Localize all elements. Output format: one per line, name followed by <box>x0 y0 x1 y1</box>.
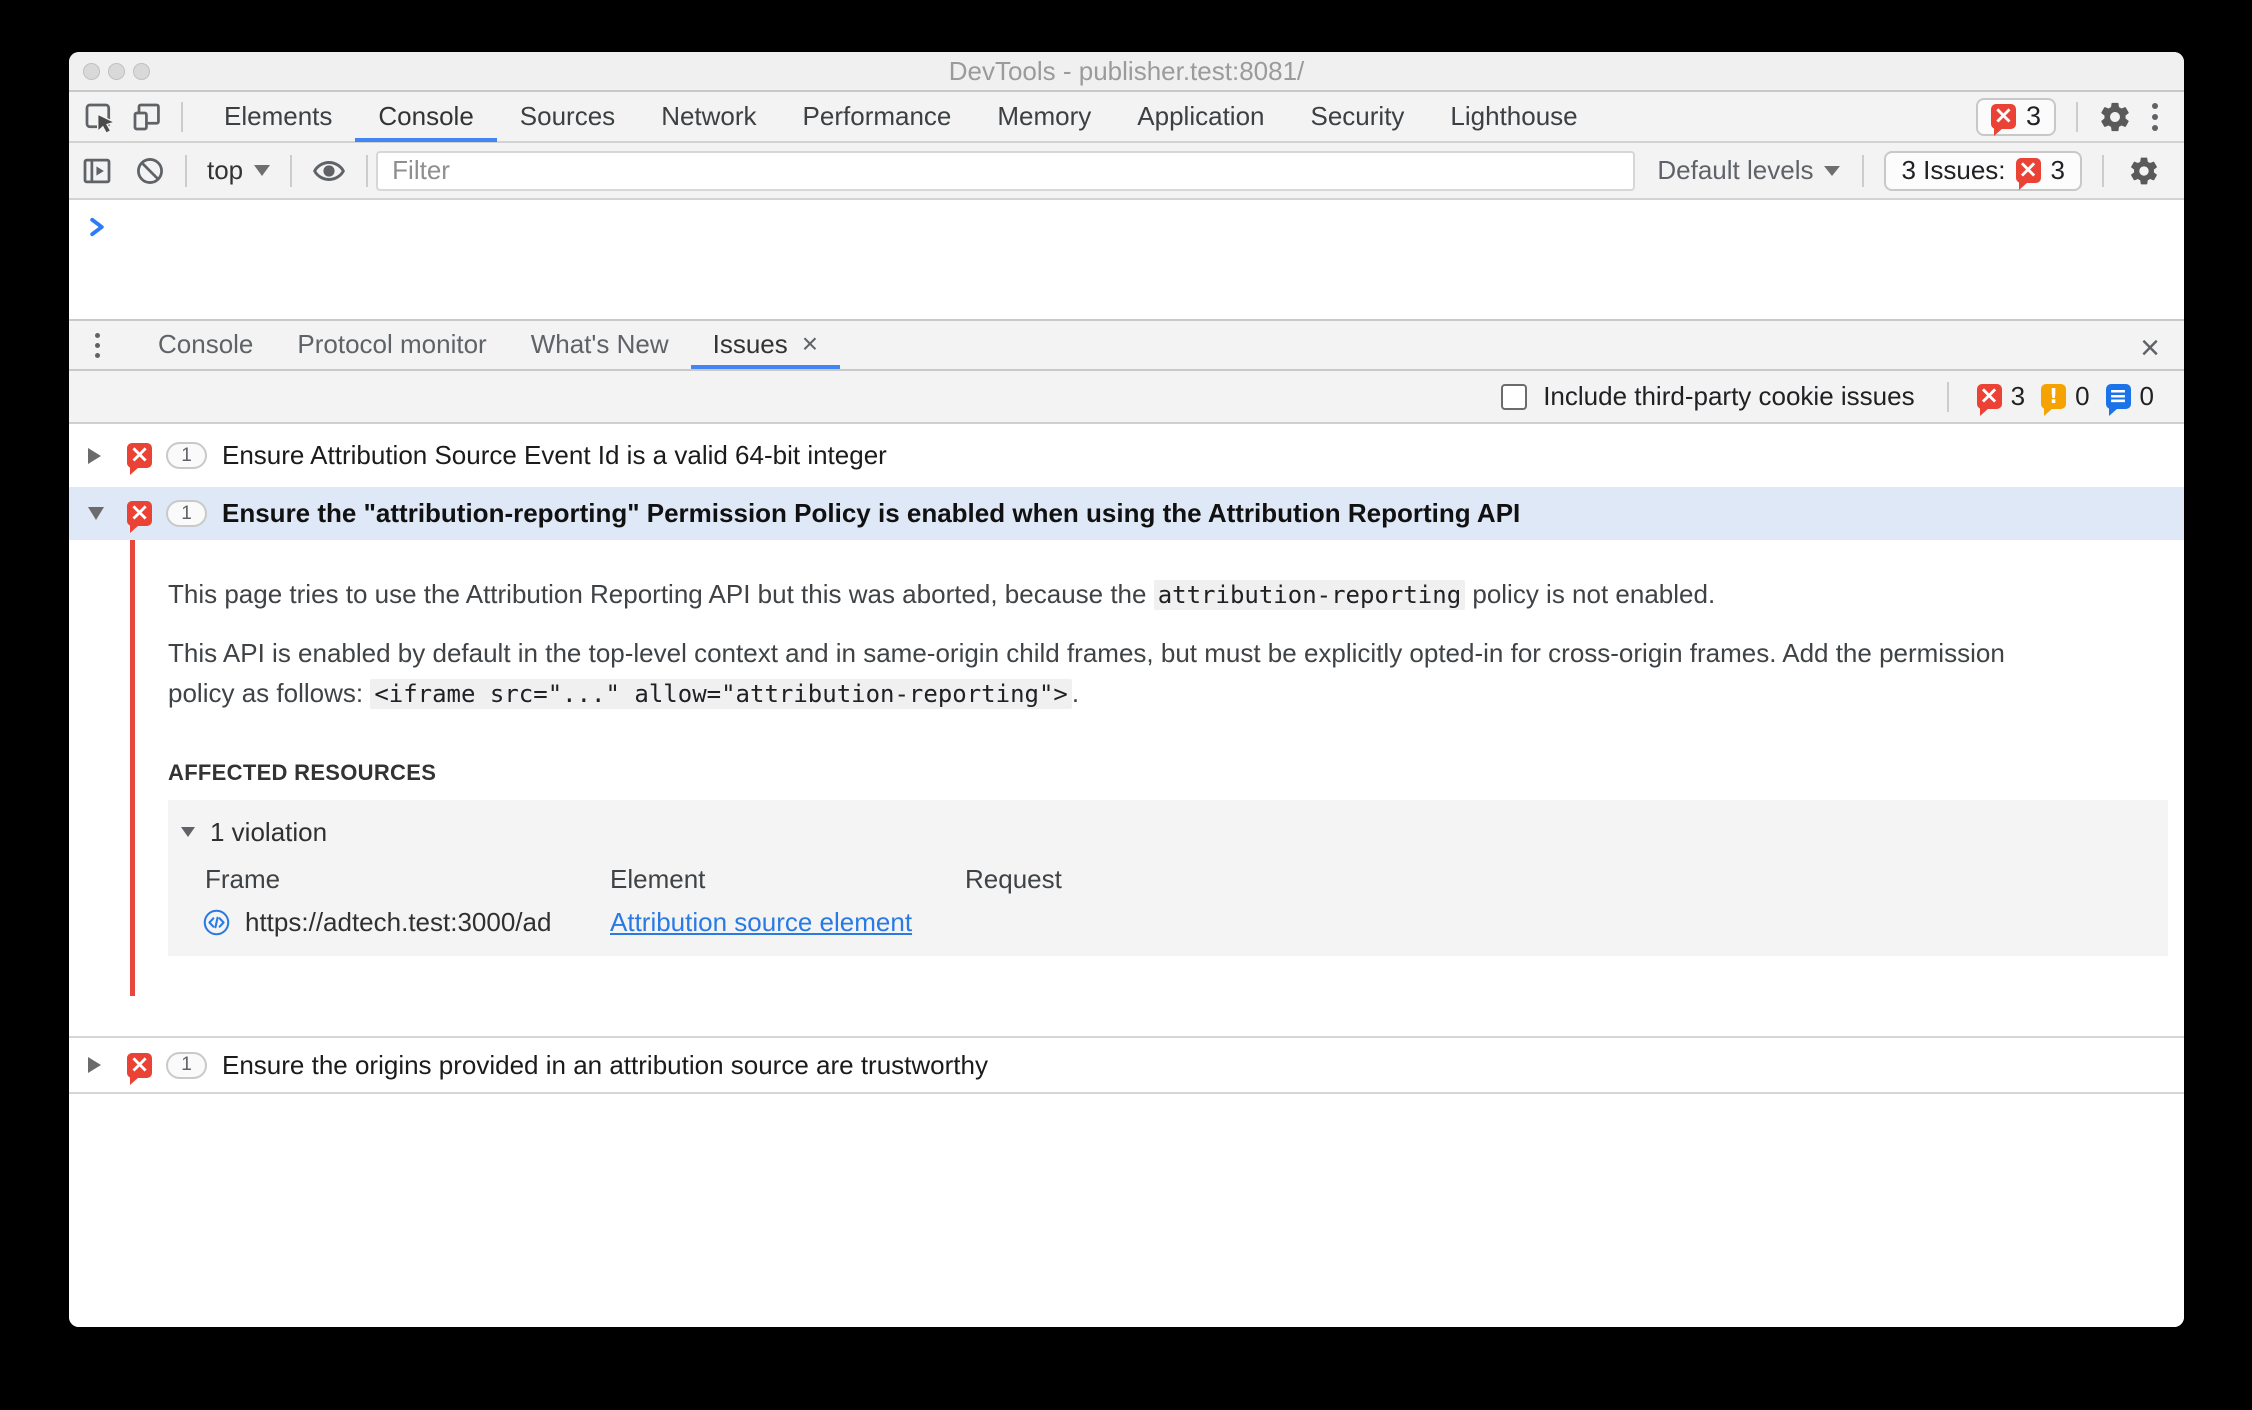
affected-resources-heading: AFFECTED RESOURCES <box>168 760 437 785</box>
issue-title: Ensure the "attribution-reporting" Permi… <box>222 498 1521 528</box>
clear-console-icon[interactable] <box>135 156 165 186</box>
error-icon <box>127 501 152 533</box>
divider <box>181 101 183 132</box>
tab-security[interactable]: Security <box>1288 91 1428 142</box>
issue-count-pill: 1 <box>166 1051 207 1079</box>
third-party-cookie-checkbox[interactable] <box>1501 383 1528 410</box>
expand-triangle-icon[interactable] <box>88 1057 101 1073</box>
resources-table-header: Frame Element Request <box>168 864 2168 895</box>
violation-toggle[interactable]: 1 violation <box>168 814 2168 850</box>
settings-gear-icon[interactable] <box>2098 100 2132 134</box>
tab-application[interactable]: Application <box>1114 91 1287 142</box>
column-header-element: Element <box>610 864 706 894</box>
drawer-tab-issues[interactable]: Issues × <box>690 321 841 369</box>
issue-row-permission-policy[interactable]: 1 Ensure the "attribution-reporting" Per… <box>69 487 2184 540</box>
frame-source-icon[interactable] <box>203 909 230 936</box>
console-settings-gear-icon[interactable] <box>2128 155 2160 187</box>
tab-lighthouse[interactable]: Lighthouse <box>1427 91 1600 142</box>
issue-resolution-paragraph: This API is enabled by default in the to… <box>168 638 2005 709</box>
divider <box>185 154 187 187</box>
chevron-down-icon <box>254 165 271 176</box>
code-snippet: attribution-reporting <box>1153 580 1466 610</box>
device-toolbar-icon[interactable] <box>131 101 163 133</box>
drawer-menu-icon[interactable] <box>95 332 100 358</box>
inspect-element-icon[interactable] <box>83 101 115 133</box>
resource-table-row: https://adtech.test:3000/ad Attribution … <box>168 907 2168 938</box>
third-party-cookie-label: Include third-party cookie issues <box>1543 381 1915 411</box>
issues-list: 1 Ensure Attribution Source Event Id is … <box>69 424 2184 1327</box>
affected-resources-panel: 1 violation Frame Element Request https: <box>168 800 2168 956</box>
close-tab-icon[interactable]: × <box>802 330 818 358</box>
expand-triangle-icon[interactable] <box>88 447 101 464</box>
error-count: 3 <box>2025 101 2041 131</box>
drawer-tabbar: Console Protocol monitor What's New Issu… <box>69 319 2184 371</box>
devtools-window: DevTools - publisher.test:8081/ Elements… <box>69 52 2184 1327</box>
frame-url: https://adtech.test:3000/ad <box>245 907 552 937</box>
drawer-tab-whats-new[interactable]: What's New <box>509 321 691 369</box>
tab-network[interactable]: Network <box>638 91 779 142</box>
main-tabbar: Elements Console Sources Network Perform… <box>69 92 2184 143</box>
tab-elements[interactable]: Elements <box>201 91 355 142</box>
message-icon <box>2105 384 2131 416</box>
error-icon <box>1990 104 2016 136</box>
context-selector-dropdown[interactable]: top <box>207 155 271 186</box>
console-prompt-chevron-icon <box>90 217 104 237</box>
close-drawer-icon[interactable]: × <box>2140 329 2160 368</box>
error-icon <box>127 1052 152 1085</box>
error-icon <box>127 443 152 475</box>
filter-input[interactable] <box>376 150 1636 191</box>
tab-sources[interactable]: Sources <box>497 91 638 142</box>
tab-performance[interactable]: Performance <box>780 91 975 142</box>
window-title: DevTools - publisher.test:8081/ <box>948 55 1305 86</box>
issues-toolbar: Include third-party cookie issues 3 0 0 <box>69 371 2184 424</box>
issue-description-paragraph: This page tries to use the Attribution R… <box>168 579 1716 610</box>
more-options-icon[interactable] <box>2152 102 2158 131</box>
console-sidebar-toggle-icon[interactable] <box>81 155 113 187</box>
column-header-request: Request <box>965 864 1062 894</box>
divider <box>1862 154 1865 187</box>
drawer-tab-console[interactable]: Console <box>136 321 275 369</box>
collapse-triangle-icon[interactable] <box>88 507 104 520</box>
divider <box>290 154 293 187</box>
info-count-badge: 0 <box>2105 381 2154 416</box>
issue-row-trustworthy-origins[interactable]: 1 Ensure the origins provided in an attr… <box>69 1036 2184 1094</box>
code-snippet: <iframe src="..." allow="attribution-rep… <box>370 679 1072 709</box>
chevron-down-icon <box>1824 165 1841 176</box>
issues-counter-button[interactable]: 3 Issues: 3 <box>1884 150 2082 191</box>
error-icon <box>2015 158 2041 190</box>
error-icon <box>1976 384 2002 416</box>
console-toolbar: top Default levels 3 Issues: 3 <box>69 143 2184 200</box>
attribution-source-element-link[interactable]: Attribution source element <box>610 907 912 937</box>
error-count-badge: 3 <box>1976 381 2025 416</box>
frame-cell: https://adtech.test:3000/ad <box>203 907 610 938</box>
window-titlebar: DevTools - publisher.test:8081/ <box>69 52 2184 92</box>
tab-memory[interactable]: Memory <box>974 91 1114 142</box>
log-levels-dropdown[interactable]: Default levels <box>1657 155 1841 186</box>
divider <box>366 154 369 187</box>
warning-count-badge: 0 <box>2041 381 2090 416</box>
console-output-area[interactable] <box>69 200 2184 319</box>
issue-title: Ensure the origins provided in an attrib… <box>222 1049 988 1080</box>
live-expression-eye-icon[interactable] <box>312 156 346 186</box>
issue-detail-panel: This page tries to use the Attribution R… <box>69 540 2184 996</box>
error-count-button[interactable]: 3 <box>1975 97 2056 136</box>
divider <box>2076 101 2078 132</box>
issue-row-event-id[interactable]: 1 Ensure Attribution Source Event Id is … <box>69 424 2184 487</box>
issue-title: Ensure Attribution Source Event Id is a … <box>222 440 887 470</box>
divider <box>1946 381 1949 412</box>
tab-console[interactable]: Console <box>355 91 497 142</box>
warning-icon <box>2041 384 2067 416</box>
column-header-frame: Frame <box>205 864 281 894</box>
divider <box>2102 154 2104 187</box>
collapse-triangle-icon <box>181 827 195 837</box>
empty-area <box>69 1094 2184 1327</box>
issue-count-pill: 1 <box>166 500 207 527</box>
issue-count-pill: 1 <box>166 442 207 469</box>
drawer-tab-protocol-monitor[interactable]: Protocol monitor <box>275 321 508 369</box>
desktop-background: { "window": { "title": "DevTools - publi… <box>0 0 2252 1410</box>
